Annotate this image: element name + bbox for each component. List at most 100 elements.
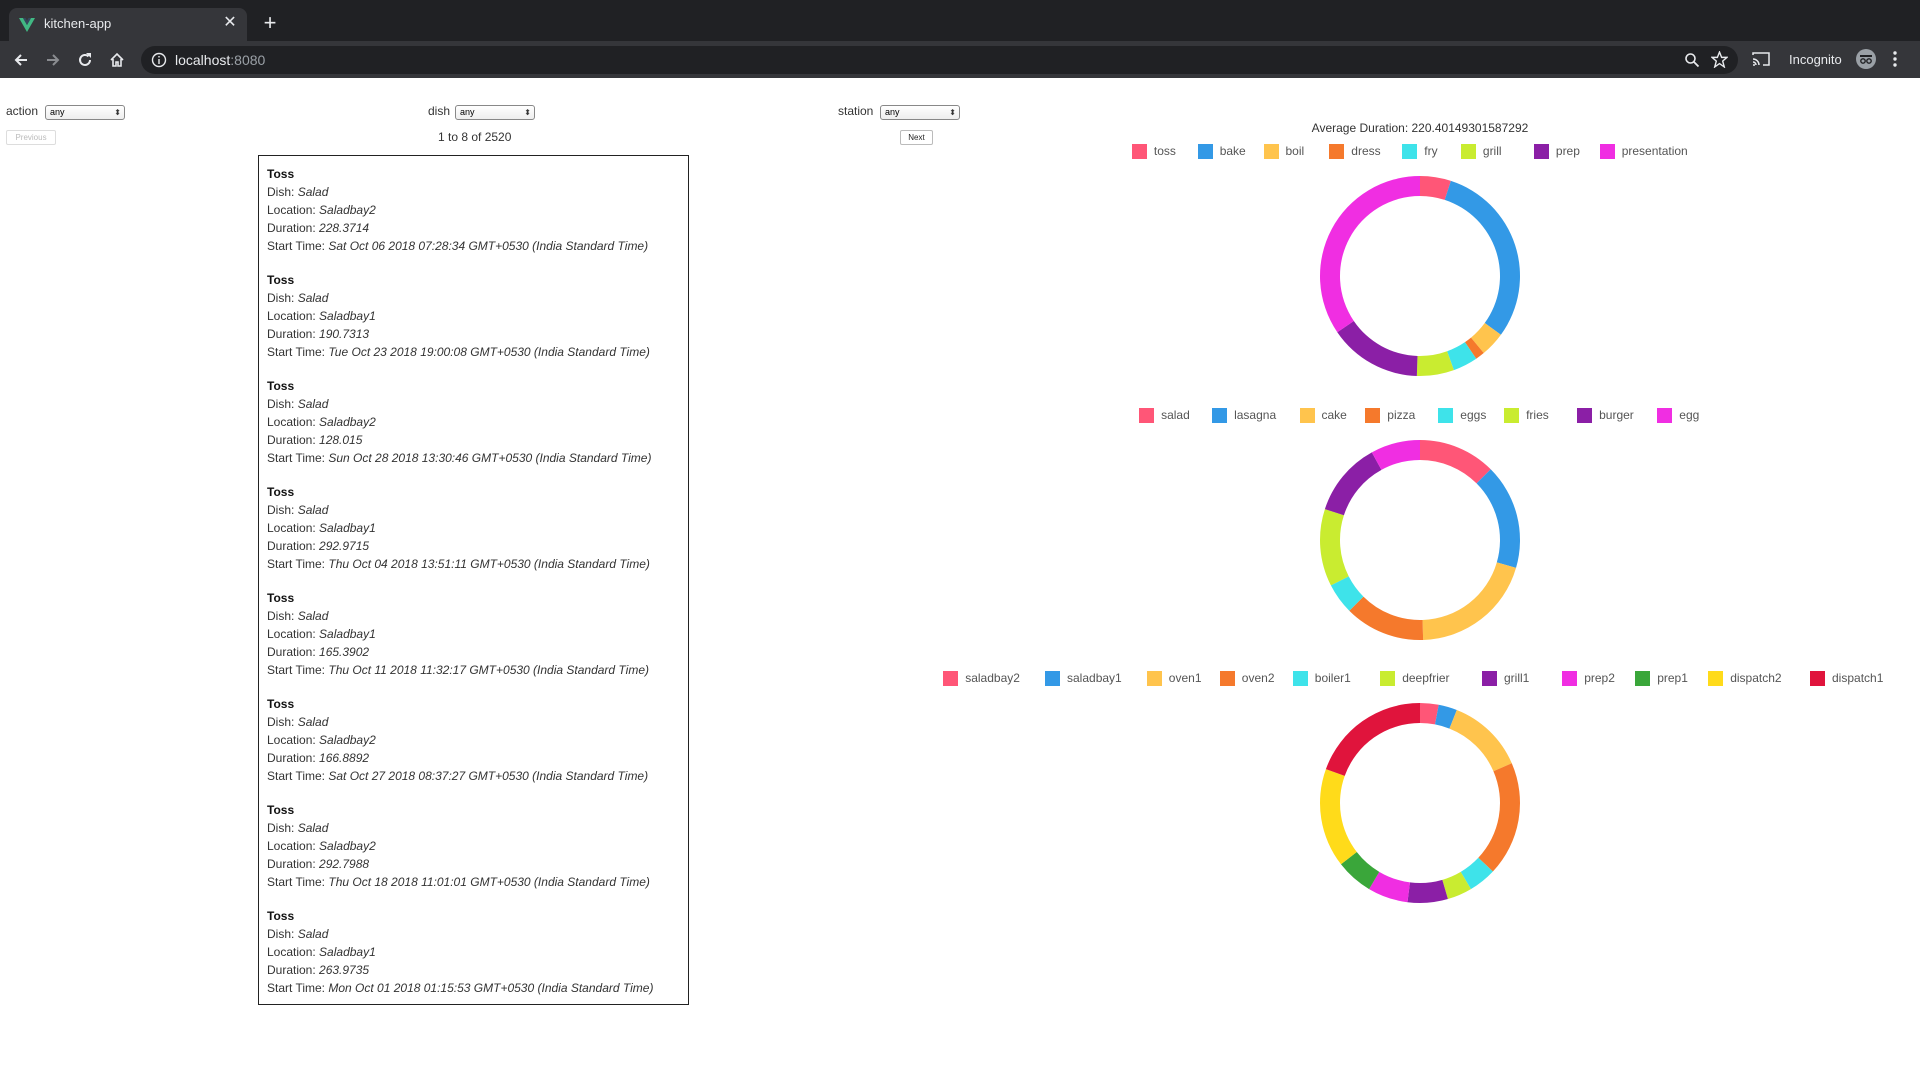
record-start-time-row: Start Time: Sun Oct 28 2018 13:30:46 GMT… [267,449,688,467]
dish-filter-select[interactable]: any ⬍ [455,105,535,120]
record-location-label: Location: [267,733,320,747]
record-duration-label: Duration: [267,857,320,871]
record-dish-row: Dish: Salad [267,607,688,625]
back-icon[interactable] [8,47,34,73]
legend-swatch [1146,671,1162,686]
legend-swatch [1599,144,1615,159]
tab-title: kitchen-app [44,16,112,31]
donut-slice-grill1[interactable] [1407,879,1448,903]
legend-label: saladbay1 [1067,671,1122,685]
record-item: Toss Dish: Salad Location: Saladbay2 Durati… [267,801,688,907]
incognito-icon[interactable] [1856,49,1876,69]
record-duration-value: 292.9715 [319,539,370,553]
browser-tab[interactable]: kitchen-app ✕ [9,8,247,41]
record-duration-row: Duration: 292.9715 [267,537,688,555]
donut-slice-burger[interactable] [1324,452,1382,516]
record-duration-label: Duration: [267,751,320,765]
donut-slice-dispatch1[interactable] [1325,703,1420,776]
record-start-time-value: Thu Oct 11 2018 11:32:17 GMT+0530 (India… [328,663,649,677]
donut-slice-prep[interactable] [1337,320,1418,376]
donut-slice-salad[interactable] [1420,440,1491,484]
donut-slice-fries[interactable] [1320,509,1349,586]
forward-icon[interactable] [40,47,66,73]
donut-slice-oven2[interactable] [1478,763,1520,872]
cast-icon[interactable] [1752,51,1770,67]
record-start-time-row: Start Time: Thu Oct 11 2018 11:32:17 GMT… [267,661,688,679]
record-duration-value: 165.3902 [319,645,370,659]
legend-swatch [1482,671,1497,686]
home-icon[interactable] [104,47,130,73]
legend-label: grill1 [1504,671,1530,685]
record-start-time-label: Start Time: [267,769,329,783]
legend-label: prep1 [1657,671,1688,685]
record-start-time-value: Sun Oct 28 2018 13:30:46 GMT+0530 (India… [328,451,652,465]
record-start-time-value: Mon Oct 01 2018 01:15:53 GMT+0530 (India… [328,981,654,995]
legend-label: bake [1219,144,1246,158]
donut-slice-presentation[interactable] [1320,176,1420,333]
record-item: Toss Dish: Salad Location: Saladbay2 Durati… [267,165,688,271]
record-duration-label: Duration: [267,433,320,447]
station-filter-select[interactable]: any ⬍ [880,105,960,120]
reload-icon[interactable] [72,47,98,73]
donut-slice-lasagna[interactable] [1476,469,1520,568]
record-start-time-value: Thu Oct 04 2018 13:51:11 GMT+0530 (India… [328,557,650,571]
address-bar[interactable]: localhost:8080 [141,46,1738,74]
legend-swatch [1329,144,1345,159]
record-dish-row: Dish: Salad [267,925,688,943]
record-location-row: Location: Saladbay1 [267,943,688,961]
record-start-time-label: Start Time: [267,663,329,677]
record-dish-row: Dish: Salad [267,183,688,201]
legend-swatch [1504,408,1520,423]
legend-swatch [1810,671,1825,686]
legend-label: eggs [1460,408,1487,422]
record-dish-value: Salad [297,503,329,517]
donut-chart [1320,703,1520,903]
legend-swatch [1045,671,1060,686]
donut-slice-egg[interactable] [1371,440,1420,470]
record-location-row: Location: Saladbay1 [267,625,688,643]
legend-swatch [1577,408,1593,423]
record-dish-label: Dish: [267,503,298,517]
close-tab-icon[interactable]: ✕ [221,14,239,32]
action-filter-select[interactable]: any ⬍ [45,105,125,120]
record-duration-label: Duration: [267,327,320,341]
record-dish-label: Dish: [267,185,298,199]
donut-slice-grill[interactable] [1416,351,1454,376]
donut-slice-pizza[interactable] [1349,596,1424,640]
record-item: Toss Dish: Salad Location: Saladbay1 Durati… [267,907,688,1013]
record-location-row: Location: Saladbay1 [267,519,688,537]
donut-slice-cake[interactable] [1422,562,1517,640]
zoom-icon[interactable] [1684,52,1700,68]
info-icon[interactable] [151,52,167,68]
legend-label: oven2 [1241,671,1275,685]
chart-legend: saladbay2 saladbay1 oven1 oven2 boiler1 deepf… [943,669,1883,687]
legend-swatch [1292,671,1308,686]
donut-slice-oven1[interactable] [1449,710,1512,772]
legend-swatch [1708,671,1724,686]
record-location-value: Saladbay2 [319,203,376,217]
record-duration-row: Duration: 166.8892 [267,749,688,767]
legend-label: fries [1526,408,1549,422]
previous-button[interactable]: Previous [6,130,56,145]
donut-slice-bake[interactable] [1444,180,1520,335]
donut-slice-dispatch2[interactable] [1320,769,1357,865]
new-tab-icon[interactable]: + [258,12,282,36]
record-start-time-row: Start Time: Tue Oct 23 2018 19:00:08 GMT… [267,343,688,361]
next-button[interactable]: Next [900,130,933,145]
record-start-time-value: Sat Oct 27 2018 08:37:27 GMT+0530 (India… [328,769,649,783]
record-start-time-row: Start Time: Sat Oct 06 2018 07:28:34 GMT… [267,237,688,255]
record-location-value: Saladbay1 [319,945,376,959]
more-menu-icon[interactable] [1892,50,1898,68]
bookmark-star-icon[interactable] [1711,51,1728,68]
record-dish-value: Salad [297,821,329,835]
legend-label: burger [1599,408,1634,422]
record-action: Toss [267,167,295,181]
record-dish-row: Dish: Salad [267,819,688,837]
record-dish-label: Dish: [267,715,298,729]
record-duration-value: 166.8892 [319,751,370,765]
legend-swatch [1131,144,1147,159]
record-dish-row: Dish: Salad [267,395,688,413]
record-start-time-label: Start Time: [267,239,329,253]
legend-label: oven1 [1168,671,1202,685]
select-arrow-icon: ⬍ [114,108,121,117]
